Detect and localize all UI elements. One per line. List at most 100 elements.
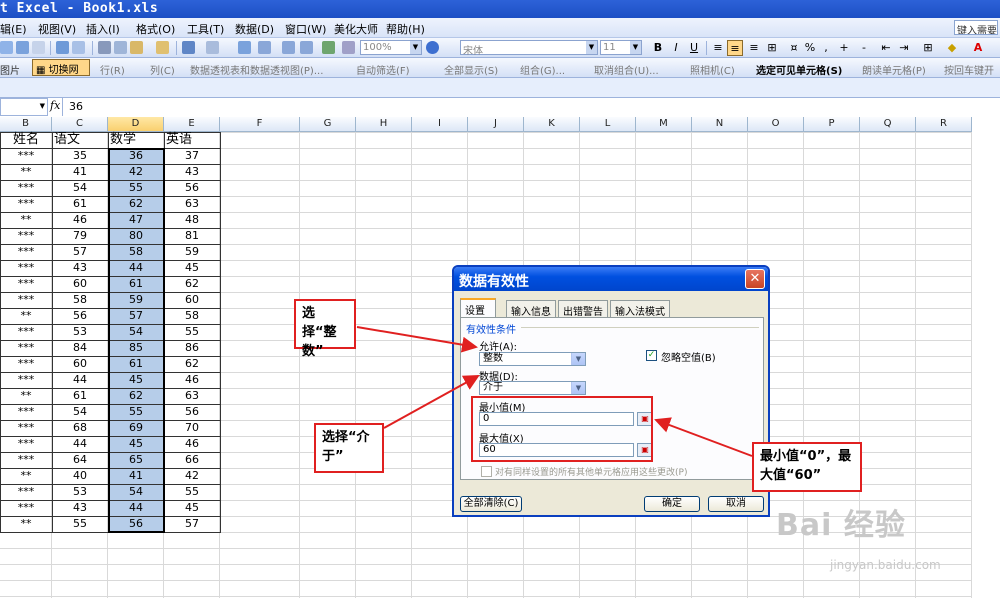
column-header-c[interactable]: C <box>52 117 108 132</box>
font-size-select[interactable]: 11 ▼ <box>600 40 642 55</box>
column-header-e[interactable]: E <box>164 117 220 132</box>
table-cell[interactable]: 60 <box>164 292 220 308</box>
table-cell[interactable]: *** <box>0 356 52 372</box>
table-cell[interactable]: 54 <box>52 180 108 196</box>
decrease-decimal-icon[interactable]: - <box>856 40 872 56</box>
menu-data[interactable]: 数据(D) <box>235 21 274 37</box>
table-cell[interactable]: 53 <box>52 324 108 340</box>
undo-icon[interactable] <box>182 41 195 54</box>
table-cell[interactable]: 43 <box>52 500 108 516</box>
table-cell[interactable]: 56 <box>164 404 220 420</box>
column-header-n[interactable]: N <box>692 117 748 132</box>
speak-cells-tool[interactable]: 朗读单元格(P) <box>862 62 926 77</box>
column-header-j[interactable]: J <box>468 117 524 132</box>
percent-icon[interactable]: % <box>802 40 818 56</box>
table-cell[interactable]: 48 <box>164 212 220 228</box>
table-header-cell[interactable]: 姓名 <box>0 132 52 148</box>
table-cell[interactable]: 62 <box>164 356 220 372</box>
table-cell[interactable]: 59 <box>164 244 220 260</box>
paste-icon[interactable] <box>130 41 143 54</box>
menu-edit[interactable]: 辑(E) <box>0 21 27 37</box>
redo-icon[interactable] <box>206 41 219 54</box>
column-header-o[interactable]: O <box>748 117 804 132</box>
chart-wizard-icon[interactable] <box>322 41 335 54</box>
column-header-m[interactable]: M <box>636 117 692 132</box>
table-cell[interactable]: 46 <box>52 212 108 228</box>
zoom-select[interactable]: 100% ▼ <box>360 40 422 55</box>
open-icon[interactable] <box>0 41 13 54</box>
table-cell[interactable]: 84 <box>52 340 108 356</box>
table-cell[interactable]: 45 <box>164 500 220 516</box>
table-cell[interactable]: 64 <box>52 452 108 468</box>
ignore-blank-checkbox[interactable]: ✓ <box>646 350 657 361</box>
ungroup-tool[interactable]: 取消组合(U)... <box>594 62 659 77</box>
italic-button[interactable]: I <box>668 40 684 56</box>
copy-icon[interactable] <box>114 41 127 54</box>
table-cell[interactable]: 35 <box>52 148 108 164</box>
table-cell[interactable]: 63 <box>164 196 220 212</box>
column-header-k[interactable]: K <box>524 117 580 132</box>
table-cell[interactable]: 60 <box>52 356 108 372</box>
table-cell[interactable]: *** <box>0 372 52 388</box>
format-painter-icon[interactable] <box>156 41 169 54</box>
allow-select[interactable]: 整数 ▼ <box>479 352 586 366</box>
table-cell[interactable]: *** <box>0 180 52 196</box>
cancel-button[interactable]: 取消 <box>708 496 764 512</box>
ok-button[interactable]: 确定 <box>644 496 700 512</box>
column-header-p[interactable]: P <box>804 117 860 132</box>
toggle-grid-button[interactable]: ▦ 切换网格 <box>32 59 90 91</box>
fx-icon[interactable]: fx <box>50 99 60 112</box>
table-cell[interactable]: *** <box>0 420 52 436</box>
table-header-cell[interactable]: 英语 <box>164 132 220 148</box>
merge-center-icon[interactable]: ⊞ <box>764 40 780 56</box>
decrease-indent-icon[interactable]: ⇤ <box>878 40 894 56</box>
table-cell[interactable]: *** <box>0 500 52 516</box>
picture-tool[interactable]: 图片 <box>0 62 20 77</box>
table-cell[interactable]: 57 <box>164 516 220 532</box>
increase-indent-icon[interactable]: ⇥ <box>896 40 912 56</box>
table-cell[interactable]: 42 <box>164 468 220 484</box>
table-cell[interactable]: 41 <box>52 164 108 180</box>
formula-input[interactable]: 36 <box>62 98 1000 116</box>
close-icon[interactable]: ✕ <box>745 269 765 289</box>
column-header-g[interactable]: G <box>300 117 356 132</box>
column-tool[interactable]: 列(C) <box>150 62 175 77</box>
sort-ascending-icon[interactable] <box>282 41 295 54</box>
row-tool[interactable]: 行(R) <box>100 62 125 77</box>
table-cell[interactable]: *** <box>0 484 52 500</box>
tab-error-alert[interactable]: 出错警告 <box>558 300 608 318</box>
sort-descending-icon[interactable] <box>300 41 313 54</box>
menu-format[interactable]: 格式(O) <box>136 21 175 37</box>
table-cell[interactable]: 44 <box>52 436 108 452</box>
tab-settings[interactable]: 设置 <box>460 298 496 317</box>
table-cell[interactable]: *** <box>0 196 52 212</box>
table-cell[interactable]: ** <box>0 164 52 180</box>
table-cell[interactable]: *** <box>0 148 52 164</box>
table-cell[interactable]: 58 <box>164 308 220 324</box>
hyperlink-icon[interactable] <box>238 41 251 54</box>
table-cell[interactable]: 70 <box>164 420 220 436</box>
column-header-h[interactable]: H <box>356 117 412 132</box>
table-cell[interactable]: *** <box>0 260 52 276</box>
table-cell[interactable]: 55 <box>164 484 220 500</box>
currency-icon[interactable]: ¤ <box>786 40 802 56</box>
table-cell[interactable]: 56 <box>52 308 108 324</box>
cut-icon[interactable] <box>98 41 111 54</box>
table-cell[interactable]: 53 <box>52 484 108 500</box>
table-cell[interactable]: 86 <box>164 340 220 356</box>
table-cell[interactable]: ** <box>0 516 52 532</box>
table-cell[interactable]: ** <box>0 388 52 404</box>
tab-ime-mode[interactable]: 输入法模式 <box>610 300 670 318</box>
underline-button[interactable]: U <box>686 40 702 56</box>
menu-view[interactable]: 视图(V) <box>38 21 76 37</box>
column-header-q[interactable]: Q <box>860 117 916 132</box>
table-cell[interactable]: 63 <box>164 388 220 404</box>
table-cell[interactable]: *** <box>0 324 52 340</box>
table-cell[interactable]: 46 <box>164 372 220 388</box>
table-cell[interactable]: 54 <box>52 404 108 420</box>
select-visible-cells-tool[interactable]: 选定可见单元格(S) <box>756 62 842 77</box>
menu-insert[interactable]: 插入(I) <box>86 21 120 37</box>
table-cell[interactable]: *** <box>0 228 52 244</box>
table-cell[interactable]: 68 <box>52 420 108 436</box>
table-cell[interactable]: 57 <box>52 244 108 260</box>
